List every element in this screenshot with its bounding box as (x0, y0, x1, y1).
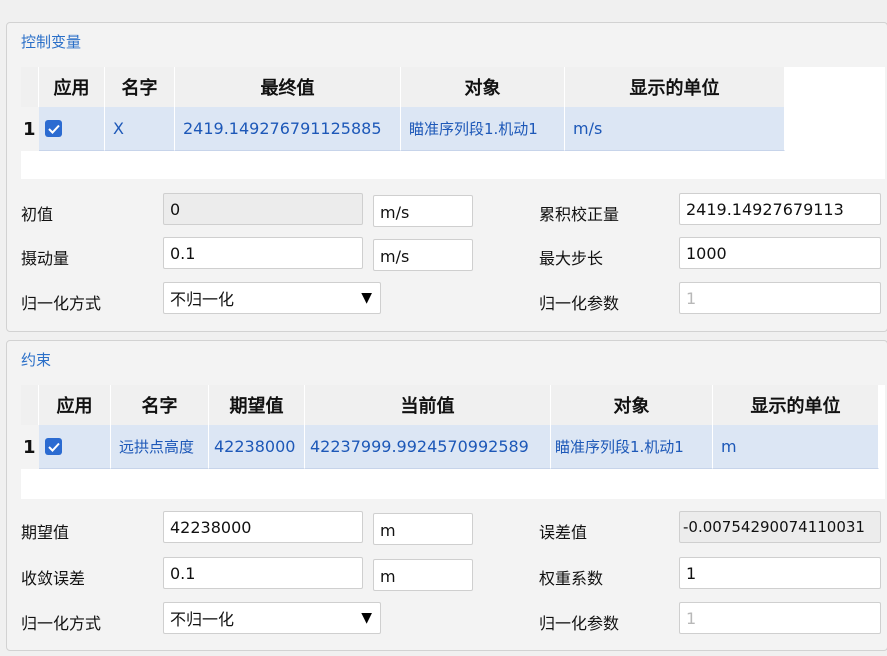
perturbation-unit-field[interactable]: m/s (373, 239, 473, 271)
cumulative-correction-label: 累积校正量 (539, 205, 620, 224)
normalization-param-field[interactable]: 1 (679, 282, 881, 314)
check-icon (47, 442, 60, 452)
normalization-select-value: 不归一化 (170, 610, 235, 629)
control-object-cell[interactable]: 瞄准序列段1.机动1 (401, 107, 565, 151)
cumulative-correction-field[interactable]: 2419.14927679113 (679, 193, 881, 225)
control-name-cell[interactable]: X (105, 107, 175, 151)
initial-value-field[interactable]: 0 (163, 193, 363, 225)
col-current-value[interactable]: 当前值 (305, 385, 551, 425)
max-step-label: 最大步长 (539, 249, 604, 268)
desired-value-field[interactable]: 42238000 (163, 511, 363, 543)
perturbation-field[interactable]: 0.1 (163, 237, 363, 269)
col-object[interactable]: 对象 (401, 67, 565, 107)
col-name[interactable]: 名字 (111, 385, 209, 425)
col-name[interactable]: 名字 (105, 67, 175, 107)
max-step-field[interactable]: 1000 (679, 237, 881, 269)
desired-value-label: 期望值 (21, 523, 70, 542)
col-object[interactable]: 对象 (551, 385, 713, 425)
apply-checkbox[interactable] (45, 120, 62, 137)
normalization-param-label: 归一化参数 (539, 294, 620, 313)
normalization-param-label: 归一化参数 (539, 614, 620, 633)
error-value-label: 误差值 (539, 523, 588, 542)
normalization-label: 归一化方式 (21, 294, 102, 313)
col-desired-value[interactable]: 期望值 (209, 385, 305, 425)
desired-unit-field[interactable]: m (373, 513, 473, 545)
dropdown-arrow-icon[interactable]: ▼ (361, 290, 372, 306)
constraints-group: 约束 应用 名字 期望值 当前值 对象 显示的单位 1 远拱点高度 422380… (6, 340, 887, 651)
tolerance-unit-field[interactable]: m (373, 559, 473, 591)
tolerance-label: 收敛误差 (21, 569, 86, 588)
row-number: 1 (21, 425, 39, 469)
constraint-desired-cell[interactable]: 42238000 (209, 425, 305, 469)
constraint-name-cell[interactable]: 远拱点高度 (111, 425, 209, 469)
rownum-header (21, 67, 39, 107)
control-final-cell[interactable]: 2419.14927679112588​5 (175, 107, 401, 151)
normalization-select[interactable]: 不归一化 ▼ (163, 602, 381, 634)
control-variables-group: 控制变量 应用 名字 最终值 对象 显示的单位 1 X 2419.1492767… (6, 22, 887, 332)
constraints-title: 约束 (21, 351, 52, 369)
normalization-select-value: 不归一化 (170, 290, 235, 309)
control-variables-title: 控制变量 (21, 33, 82, 51)
row-number: 1 (21, 107, 39, 151)
normalization-param-field[interactable]: 1 (679, 602, 881, 634)
normalization-label: 归一化方式 (21, 614, 102, 633)
rownum-header (21, 385, 39, 425)
col-apply[interactable]: 应用 (39, 385, 111, 425)
col-display-unit[interactable]: 显示的单位 (565, 67, 785, 107)
initial-value-label: 初值 (21, 205, 54, 224)
col-display-unit[interactable]: 显示的单位 (713, 385, 879, 425)
error-value-field[interactable]: -0.00754290074110031 (679, 511, 881, 543)
tolerance-field[interactable]: 0.1 (163, 557, 363, 589)
apply-checkbox[interactable] (45, 438, 62, 455)
constraint-object-cell[interactable]: 瞄准序列段1.机动1 (551, 425, 713, 469)
col-apply[interactable]: 应用 (39, 67, 105, 107)
constraints-table: 应用 名字 期望值 当前值 对象 显示的单位 1 远拱点高度 42238000 … (21, 385, 885, 499)
initial-unit-field[interactable]: m/s (373, 195, 473, 227)
control-unit-cell[interactable]: m/s (565, 107, 785, 151)
weight-label: 权重系数 (539, 569, 604, 588)
table-row[interactable] (39, 425, 111, 469)
control-variables-table: 应用 名字 最终值 对象 显示的单位 1 X 2419.149276791125… (21, 67, 885, 179)
check-icon (47, 124, 60, 134)
constraint-current-cell[interactable]: 42237999.9924570992589 (305, 425, 551, 469)
constraint-unit-cell[interactable]: m (713, 425, 879, 469)
normalization-select[interactable]: 不归一化 ▼ (163, 282, 381, 314)
perturbation-label: 摄动量 (21, 249, 70, 268)
weight-field[interactable]: 1 (679, 557, 881, 589)
dropdown-arrow-icon[interactable]: ▼ (361, 610, 372, 626)
table-row[interactable] (39, 107, 105, 151)
col-final-value[interactable]: 最终值 (175, 67, 401, 107)
